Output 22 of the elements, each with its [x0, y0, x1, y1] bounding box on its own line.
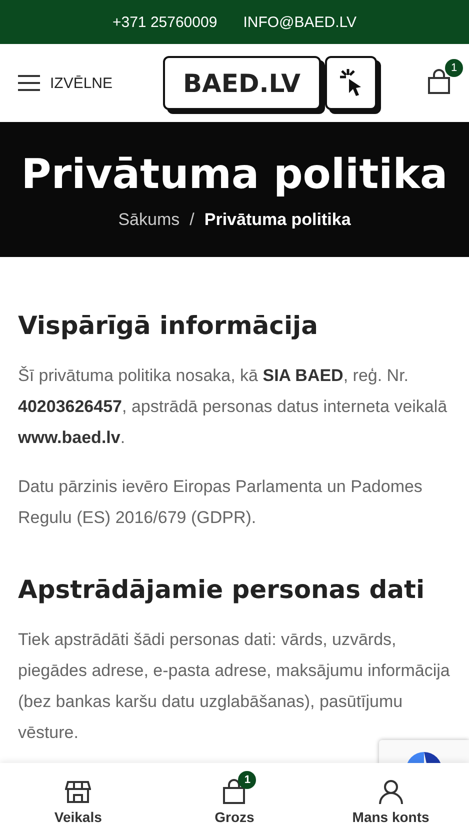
paragraph: Tiek apstrādāti šādi personas dati: vārds, uzvārds, piegādes adrese, e-pasta adrese, maksājumu informācija (bez bankas karšu datu uzglabāšanas), pasūtījumu vēsture.	[18, 629, 451, 744]
cart-count: 1	[238, 771, 256, 789]
nav-item[interactable]: Mans konts	[330, 771, 451, 825]
paragraph: Šī privātuma politika nosaka, kā SIA BAED, reģ. Nr. 40203626457, apstrādā personas datus interneta veikalā www.baed.lv.	[18, 365, 448, 449]
menu-icon	[18, 74, 40, 92]
nav-item[interactable]: 1 Grozs	[174, 771, 294, 825]
person-icon	[378, 779, 404, 805]
breadcrumb-link[interactable]: Privātuma politika	[204, 210, 351, 230]
section-heading: Vispārīgā informācija	[18, 311, 319, 340]
menu-button[interactable]: IZVĒLNE	[18, 74, 113, 92]
phone-number[interactable]: +371 25760009	[112, 14, 218, 30]
shop-icon	[65, 779, 92, 805]
nav-item[interactable]: Veikals	[18, 771, 138, 825]
paragraph: Datu pārzinis ievēro Eiropas Parlamenta un Padomes Regulu (ES) 2016/679 (GDPR).	[18, 476, 424, 529]
page-title: Privātuma politika	[21, 150, 448, 198]
cart-button[interactable]: 1	[427, 58, 463, 98]
cart-count: 1	[445, 58, 463, 76]
breadcrumb-separator: /	[190, 210, 194, 230]
breadcrumb-link[interactable]: Sākums	[118, 210, 180, 230]
email-address[interactable]: INFO@BAED.LV	[243, 14, 356, 30]
bag-icon	[222, 779, 246, 805]
section-heading: Apstrādājamie personas dati	[18, 575, 426, 604]
